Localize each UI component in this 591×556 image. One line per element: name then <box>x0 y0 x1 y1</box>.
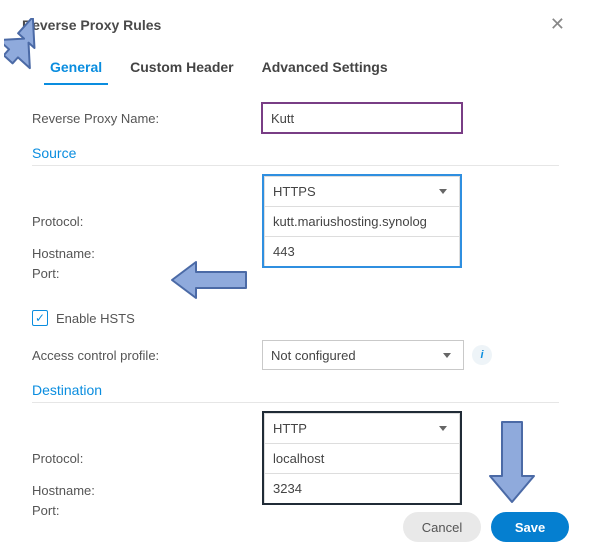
dst-protocol-select[interactable]: HTTP <box>264 413 460 443</box>
src-hostname-label: Hostname: <box>32 246 262 261</box>
section-destination: Destination <box>32 382 559 403</box>
source-group: HTTPS <box>262 174 462 268</box>
src-protocol-label: Protocol: <box>32 214 262 229</box>
tab-advanced-settings[interactable]: Advanced Settings <box>262 53 388 85</box>
cancel-button[interactable]: Cancel <box>403 512 481 542</box>
dst-protocol-label: Protocol: <box>32 451 262 466</box>
reverse-proxy-dialog: Reverse Proxy Rules ✕ General Custom Hea… <box>0 0 591 535</box>
tab-general[interactable]: General <box>50 53 102 85</box>
dst-protocol-value: HTTP <box>273 421 307 436</box>
acp-value: Not configured <box>271 348 356 363</box>
acp-select[interactable]: Not configured <box>262 340 464 370</box>
src-hostname-input[interactable] <box>264 206 460 236</box>
chevron-down-icon <box>439 189 447 194</box>
destination-group: HTTP <box>262 411 462 505</box>
chevron-down-icon <box>439 426 447 431</box>
dialog-footer: Cancel Save <box>403 512 569 542</box>
enable-hsts-label: Enable HSTS <box>56 311 135 326</box>
check-icon: ✓ <box>35 311 45 325</box>
name-label: Reverse Proxy Name: <box>32 111 262 126</box>
dialog-title: Reverse Proxy Rules <box>22 17 161 33</box>
enable-hsts-checkbox[interactable]: ✓ <box>32 310 48 326</box>
src-protocol-value: HTTPS <box>273 184 316 199</box>
src-port-label: Port: <box>32 266 262 281</box>
dst-port-input[interactable] <box>264 473 460 503</box>
info-icon[interactable]: i <box>472 345 492 365</box>
acp-label: Access control profile: <box>32 348 262 363</box>
tabs: General Custom Header Advanced Settings <box>22 53 569 85</box>
tab-custom-header[interactable]: Custom Header <box>130 53 233 85</box>
titlebar: Reverse Proxy Rules ✕ <box>22 14 569 35</box>
dst-port-label: Port: <box>32 503 262 518</box>
form-general: Reverse Proxy Name: Source Protocol: HTT… <box>22 103 569 535</box>
src-port-input[interactable] <box>264 236 460 266</box>
section-source: Source <box>32 145 559 166</box>
dst-hostname-input[interactable] <box>264 443 460 473</box>
name-input[interactable] <box>262 103 462 133</box>
dst-hostname-label: Hostname: <box>32 483 262 498</box>
enable-hsts-row[interactable]: ✓ Enable HSTS <box>32 310 559 326</box>
chevron-down-icon <box>443 353 451 358</box>
src-protocol-select[interactable]: HTTPS <box>264 176 460 206</box>
save-button[interactable]: Save <box>491 512 569 542</box>
close-icon[interactable]: ✕ <box>546 14 569 35</box>
